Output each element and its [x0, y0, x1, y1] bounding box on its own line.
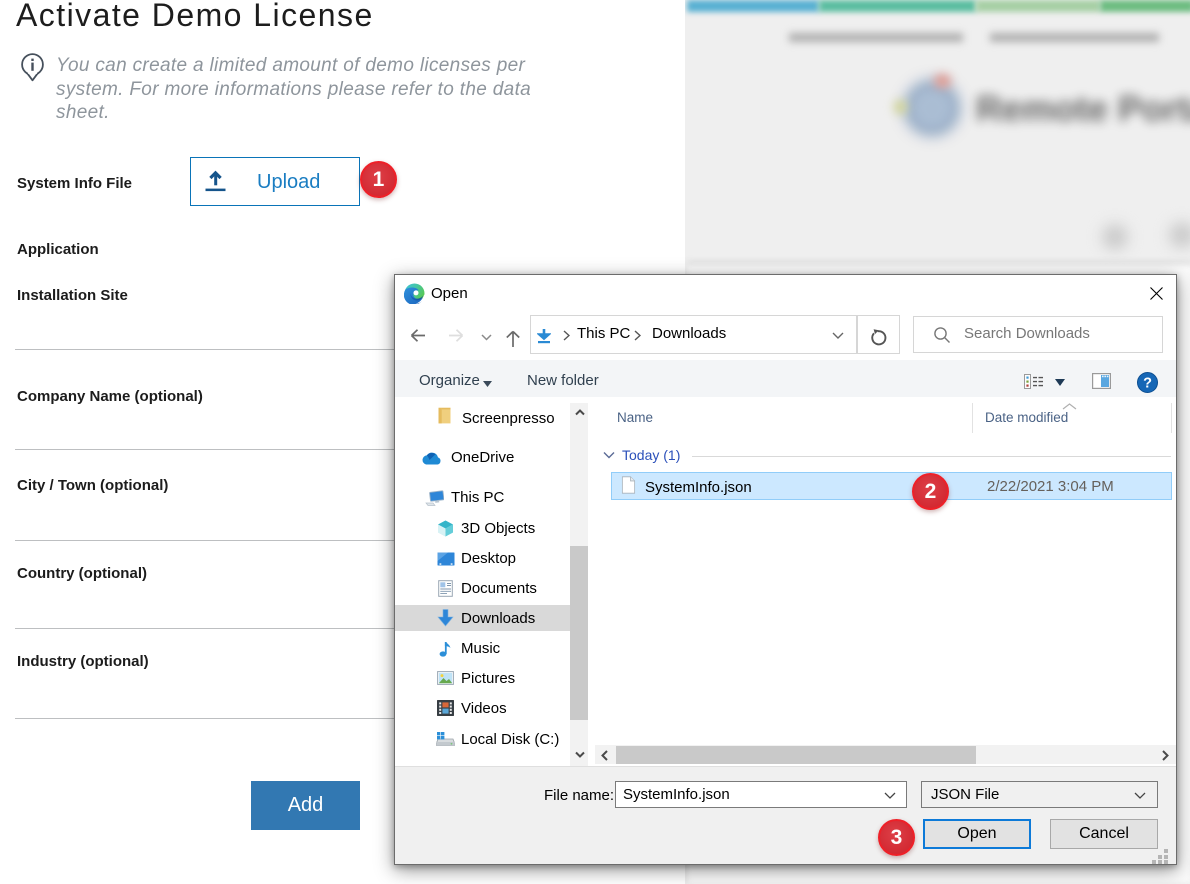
- svg-text:?: ?: [1143, 376, 1152, 392]
